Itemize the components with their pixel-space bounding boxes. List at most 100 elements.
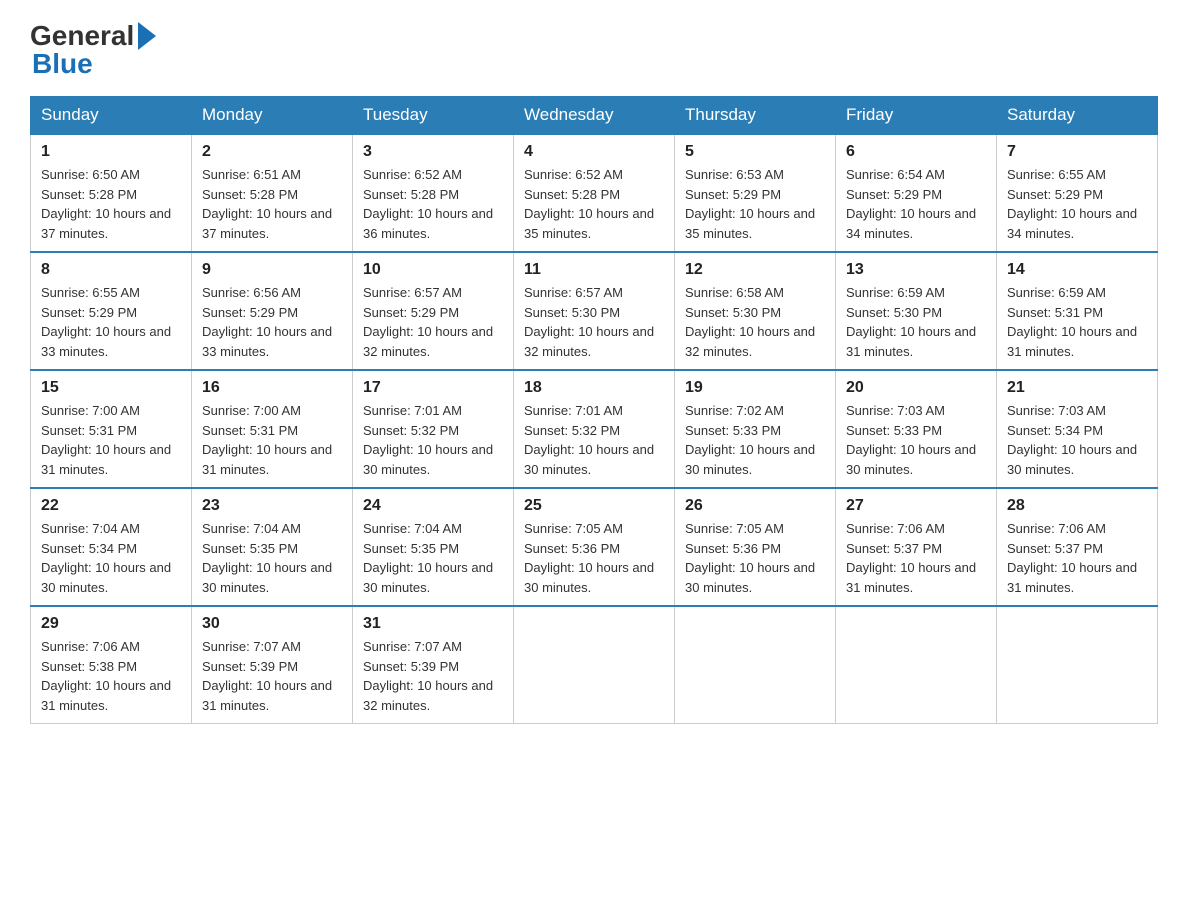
- page-header: General Blue: [30, 20, 1158, 80]
- calendar-cell: 1 Sunrise: 6:50 AMSunset: 5:28 PMDayligh…: [31, 134, 192, 252]
- day-number: 21: [1007, 379, 1147, 397]
- day-info: Sunrise: 6:58 AMSunset: 5:30 PMDaylight:…: [685, 283, 825, 361]
- calendar-cell: 9 Sunrise: 6:56 AMSunset: 5:29 PMDayligh…: [192, 252, 353, 370]
- day-info: Sunrise: 6:56 AMSunset: 5:29 PMDaylight:…: [202, 283, 342, 361]
- day-info: Sunrise: 7:06 AMSunset: 5:37 PMDaylight:…: [1007, 519, 1147, 597]
- day-number: 27: [846, 497, 986, 515]
- day-info: Sunrise: 7:05 AMSunset: 5:36 PMDaylight:…: [685, 519, 825, 597]
- day-info: Sunrise: 7:05 AMSunset: 5:36 PMDaylight:…: [524, 519, 664, 597]
- calendar-week-row: 15 Sunrise: 7:00 AMSunset: 5:31 PMDaylig…: [31, 370, 1158, 488]
- calendar-cell: 14 Sunrise: 6:59 AMSunset: 5:31 PMDaylig…: [997, 252, 1158, 370]
- day-number: 30: [202, 615, 342, 633]
- day-number: 18: [524, 379, 664, 397]
- day-info: Sunrise: 6:50 AMSunset: 5:28 PMDaylight:…: [41, 165, 181, 243]
- day-number: 25: [524, 497, 664, 515]
- calendar-cell: 7 Sunrise: 6:55 AMSunset: 5:29 PMDayligh…: [997, 134, 1158, 252]
- day-info: Sunrise: 6:52 AMSunset: 5:28 PMDaylight:…: [363, 165, 503, 243]
- day-number: 23: [202, 497, 342, 515]
- day-number: 16: [202, 379, 342, 397]
- day-info: Sunrise: 6:53 AMSunset: 5:29 PMDaylight:…: [685, 165, 825, 243]
- day-number: 26: [685, 497, 825, 515]
- calendar-cell: 30 Sunrise: 7:07 AMSunset: 5:39 PMDaylig…: [192, 606, 353, 724]
- day-info: Sunrise: 6:52 AMSunset: 5:28 PMDaylight:…: [524, 165, 664, 243]
- calendar-week-row: 1 Sunrise: 6:50 AMSunset: 5:28 PMDayligh…: [31, 134, 1158, 252]
- calendar-cell: 18 Sunrise: 7:01 AMSunset: 5:32 PMDaylig…: [514, 370, 675, 488]
- day-info: Sunrise: 7:00 AMSunset: 5:31 PMDaylight:…: [41, 401, 181, 479]
- day-info: Sunrise: 7:04 AMSunset: 5:35 PMDaylight:…: [202, 519, 342, 597]
- calendar-cell: 24 Sunrise: 7:04 AMSunset: 5:35 PMDaylig…: [353, 488, 514, 606]
- logo-blue-label: Blue: [32, 48, 93, 80]
- day-info: Sunrise: 7:07 AMSunset: 5:39 PMDaylight:…: [363, 637, 503, 715]
- calendar-week-row: 8 Sunrise: 6:55 AMSunset: 5:29 PMDayligh…: [31, 252, 1158, 370]
- day-number: 19: [685, 379, 825, 397]
- calendar-cell: 12 Sunrise: 6:58 AMSunset: 5:30 PMDaylig…: [675, 252, 836, 370]
- calendar-cell: 5 Sunrise: 6:53 AMSunset: 5:29 PMDayligh…: [675, 134, 836, 252]
- day-info: Sunrise: 7:01 AMSunset: 5:32 PMDaylight:…: [524, 401, 664, 479]
- day-info: Sunrise: 6:59 AMSunset: 5:30 PMDaylight:…: [846, 283, 986, 361]
- day-number: 28: [1007, 497, 1147, 515]
- day-number: 15: [41, 379, 181, 397]
- day-number: 20: [846, 379, 986, 397]
- day-info: Sunrise: 6:55 AMSunset: 5:29 PMDaylight:…: [1007, 165, 1147, 243]
- day-info: Sunrise: 6:51 AMSunset: 5:28 PMDaylight:…: [202, 165, 342, 243]
- day-info: Sunrise: 6:57 AMSunset: 5:30 PMDaylight:…: [524, 283, 664, 361]
- calendar-cell: [836, 606, 997, 724]
- day-number: 29: [41, 615, 181, 633]
- calendar-cell: 29 Sunrise: 7:06 AMSunset: 5:38 PMDaylig…: [31, 606, 192, 724]
- calendar-cell: 31 Sunrise: 7:07 AMSunset: 5:39 PMDaylig…: [353, 606, 514, 724]
- day-number: 8: [41, 261, 181, 279]
- day-info: Sunrise: 6:55 AMSunset: 5:29 PMDaylight:…: [41, 283, 181, 361]
- calendar-header-row: SundayMondayTuesdayWednesdayThursdayFrid…: [31, 97, 1158, 135]
- calendar-cell: 8 Sunrise: 6:55 AMSunset: 5:29 PMDayligh…: [31, 252, 192, 370]
- day-info: Sunrise: 6:54 AMSunset: 5:29 PMDaylight:…: [846, 165, 986, 243]
- calendar-cell: 20 Sunrise: 7:03 AMSunset: 5:33 PMDaylig…: [836, 370, 997, 488]
- calendar-cell: [675, 606, 836, 724]
- day-info: Sunrise: 7:03 AMSunset: 5:33 PMDaylight:…: [846, 401, 986, 479]
- day-info: Sunrise: 7:07 AMSunset: 5:39 PMDaylight:…: [202, 637, 342, 715]
- calendar-cell: 4 Sunrise: 6:52 AMSunset: 5:28 PMDayligh…: [514, 134, 675, 252]
- day-number: 5: [685, 143, 825, 161]
- calendar-cell: 13 Sunrise: 6:59 AMSunset: 5:30 PMDaylig…: [836, 252, 997, 370]
- calendar-cell: 27 Sunrise: 7:06 AMSunset: 5:37 PMDaylig…: [836, 488, 997, 606]
- calendar-table: SundayMondayTuesdayWednesdayThursdayFrid…: [30, 96, 1158, 724]
- calendar-cell: 23 Sunrise: 7:04 AMSunset: 5:35 PMDaylig…: [192, 488, 353, 606]
- day-info: Sunrise: 7:04 AMSunset: 5:34 PMDaylight:…: [41, 519, 181, 597]
- day-info: Sunrise: 7:06 AMSunset: 5:37 PMDaylight:…: [846, 519, 986, 597]
- day-number: 22: [41, 497, 181, 515]
- day-number: 24: [363, 497, 503, 515]
- calendar-header-sunday: Sunday: [31, 97, 192, 135]
- day-number: 1: [41, 143, 181, 161]
- calendar-cell: 22 Sunrise: 7:04 AMSunset: 5:34 PMDaylig…: [31, 488, 192, 606]
- day-info: Sunrise: 6:59 AMSunset: 5:31 PMDaylight:…: [1007, 283, 1147, 361]
- calendar-header-tuesday: Tuesday: [353, 97, 514, 135]
- calendar-cell: 15 Sunrise: 7:00 AMSunset: 5:31 PMDaylig…: [31, 370, 192, 488]
- day-number: 7: [1007, 143, 1147, 161]
- calendar-cell: 17 Sunrise: 7:01 AMSunset: 5:32 PMDaylig…: [353, 370, 514, 488]
- calendar-header-thursday: Thursday: [675, 97, 836, 135]
- logo: General Blue: [30, 20, 156, 80]
- calendar-cell: [514, 606, 675, 724]
- calendar-cell: 16 Sunrise: 7:00 AMSunset: 5:31 PMDaylig…: [192, 370, 353, 488]
- logo-triangle-icon: [138, 22, 156, 50]
- calendar-cell: 19 Sunrise: 7:02 AMSunset: 5:33 PMDaylig…: [675, 370, 836, 488]
- calendar-header-friday: Friday: [836, 97, 997, 135]
- day-info: Sunrise: 7:06 AMSunset: 5:38 PMDaylight:…: [41, 637, 181, 715]
- calendar-header-wednesday: Wednesday: [514, 97, 675, 135]
- day-number: 4: [524, 143, 664, 161]
- day-info: Sunrise: 7:00 AMSunset: 5:31 PMDaylight:…: [202, 401, 342, 479]
- calendar-cell: 25 Sunrise: 7:05 AMSunset: 5:36 PMDaylig…: [514, 488, 675, 606]
- day-number: 6: [846, 143, 986, 161]
- calendar-cell: 10 Sunrise: 6:57 AMSunset: 5:29 PMDaylig…: [353, 252, 514, 370]
- day-number: 31: [363, 615, 503, 633]
- calendar-header-monday: Monday: [192, 97, 353, 135]
- day-number: 2: [202, 143, 342, 161]
- calendar-cell: 6 Sunrise: 6:54 AMSunset: 5:29 PMDayligh…: [836, 134, 997, 252]
- calendar-week-row: 29 Sunrise: 7:06 AMSunset: 5:38 PMDaylig…: [31, 606, 1158, 724]
- day-number: 14: [1007, 261, 1147, 279]
- calendar-cell: 11 Sunrise: 6:57 AMSunset: 5:30 PMDaylig…: [514, 252, 675, 370]
- calendar-cell: 21 Sunrise: 7:03 AMSunset: 5:34 PMDaylig…: [997, 370, 1158, 488]
- calendar-cell: 28 Sunrise: 7:06 AMSunset: 5:37 PMDaylig…: [997, 488, 1158, 606]
- day-info: Sunrise: 7:02 AMSunset: 5:33 PMDaylight:…: [685, 401, 825, 479]
- day-info: Sunrise: 7:01 AMSunset: 5:32 PMDaylight:…: [363, 401, 503, 479]
- day-number: 3: [363, 143, 503, 161]
